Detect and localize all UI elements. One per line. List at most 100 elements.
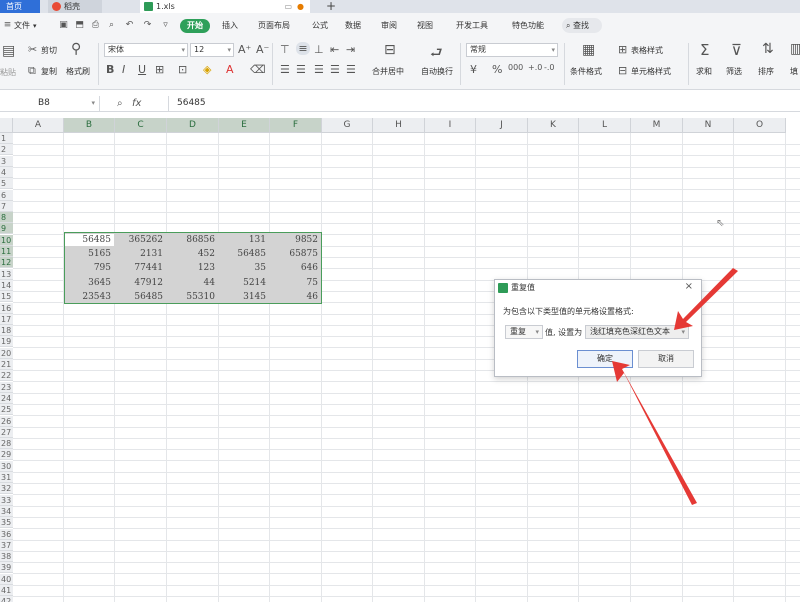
- new-tab-button[interactable]: +: [326, 0, 336, 13]
- distributed-icon[interactable]: ☰: [346, 63, 356, 76]
- column-header-f[interactable]: F: [270, 118, 322, 133]
- border-icon[interactable]: ⊞: [155, 63, 164, 76]
- table-cell[interactable]: 795: [65, 262, 114, 274]
- table-cell[interactable]: 44: [168, 277, 218, 289]
- row-header-14[interactable]: 14: [0, 280, 13, 291]
- cancel-button[interactable]: 取消: [638, 350, 694, 368]
- row-header-29[interactable]: 29: [0, 449, 13, 460]
- align-bottom-icon[interactable]: ⊥: [314, 43, 324, 56]
- conditional-format-button[interactable]: 条件格式: [570, 66, 602, 77]
- currency-icon[interactable]: ¥: [470, 63, 477, 76]
- table-cell[interactable]: 35: [220, 262, 269, 274]
- column-header-n[interactable]: N: [683, 118, 734, 133]
- table-cell[interactable]: 86856: [168, 234, 218, 246]
- paste-icon[interactable]: ▤: [2, 43, 15, 59]
- row-header-20[interactable]: 20: [0, 348, 13, 359]
- row-header-15[interactable]: 15: [0, 291, 13, 302]
- format-painter-button[interactable]: 格式刷: [66, 66, 90, 77]
- row-header-30[interactable]: 30: [0, 461, 13, 472]
- chevron-down-icon[interactable]: ▾: [33, 19, 37, 33]
- print-icon[interactable]: ⎙: [90, 20, 101, 31]
- column-header-c[interactable]: C: [115, 118, 167, 133]
- italic-icon[interactable]: I: [122, 63, 125, 76]
- row-header-3[interactable]: 3: [0, 156, 13, 167]
- table-cell[interactable]: 5214: [220, 277, 269, 289]
- font-shrink-icon[interactable]: A⁻: [256, 43, 269, 56]
- conditional-format-icon[interactable]: ▦: [582, 42, 595, 58]
- align-left-icon[interactable]: ☰: [280, 63, 290, 76]
- row-header-41[interactable]: 41: [0, 585, 13, 596]
- format-painter-icon[interactable]: ⚲: [71, 41, 81, 57]
- redo-icon[interactable]: ↷: [142, 20, 153, 31]
- sum-button[interactable]: 求和: [696, 66, 712, 77]
- copy-icon[interactable]: ⧉: [28, 64, 36, 78]
- column-header-b[interactable]: B: [64, 118, 115, 133]
- align-center-icon[interactable]: ☰: [296, 63, 306, 76]
- row-header-4[interactable]: 4: [0, 167, 13, 178]
- menu-page-layout[interactable]: 页面布局: [258, 19, 290, 33]
- row-header-36[interactable]: 36: [0, 529, 13, 540]
- decimal-decrease-icon[interactable]: -.0: [544, 63, 555, 72]
- table-cell[interactable]: 56485: [116, 291, 166, 303]
- row-header-25[interactable]: 25: [0, 404, 13, 415]
- wrap-text-icon[interactable]: ⮐: [430, 42, 443, 66]
- menu-insert[interactable]: 插入: [222, 19, 238, 33]
- filter-button[interactable]: 筛选: [726, 66, 742, 77]
- menu-review[interactable]: 审阅: [381, 19, 397, 33]
- indent-increase-icon[interactable]: ⇥: [346, 43, 355, 56]
- merge-center-button[interactable]: 合并居中: [372, 66, 404, 77]
- table-cell[interactable]: 2131: [116, 248, 166, 260]
- percent-icon[interactable]: %: [492, 63, 502, 76]
- name-box[interactable]: B8: [0, 96, 100, 111]
- clear-format-icon[interactable]: ⌫: [250, 63, 266, 76]
- menu-special[interactable]: 特色功能: [512, 19, 544, 33]
- fill-color-icon[interactable]: ◈: [203, 63, 211, 76]
- column-header-l[interactable]: L: [579, 118, 631, 133]
- fill-icon[interactable]: ▥: [790, 41, 800, 57]
- underline-icon[interactable]: U: [138, 63, 146, 76]
- table-cell[interactable]: 646: [271, 262, 321, 274]
- table-cell[interactable]: 3645: [65, 277, 114, 289]
- row-header-34[interactable]: 34: [0, 506, 13, 517]
- table-cell[interactable]: 452: [168, 248, 218, 260]
- cut-button[interactable]: 剪切: [41, 45, 57, 56]
- table-cell[interactable]: 9852: [271, 234, 321, 246]
- sum-icon[interactable]: Σ: [700, 41, 709, 59]
- column-header-h[interactable]: H: [373, 118, 425, 133]
- column-header-m[interactable]: M: [631, 118, 683, 133]
- table-cell[interactable]: 3145: [220, 291, 269, 303]
- column-header-j[interactable]: J: [476, 118, 528, 133]
- print-preview-icon[interactable]: ⌕: [106, 20, 117, 31]
- row-header-6[interactable]: 6: [0, 190, 13, 201]
- row-header-2[interactable]: 2: [0, 144, 13, 155]
- paste-label[interactable]: 粘贴: [0, 67, 16, 78]
- table-cell[interactable]: 77441: [116, 262, 166, 274]
- merge-style-icon[interactable]: ⊡: [178, 63, 187, 76]
- column-header-g[interactable]: G: [322, 118, 373, 133]
- table-cell[interactable]: 56485: [65, 234, 114, 246]
- zoom-icon[interactable]: ⌕: [117, 96, 123, 111]
- search-box[interactable]: ⌕ 查找: [562, 18, 602, 33]
- row-header-38[interactable]: 38: [0, 551, 13, 562]
- row-header-28[interactable]: 28: [0, 438, 13, 449]
- menu-data[interactable]: 数据: [345, 19, 361, 33]
- row-header-10[interactable]: 10: [0, 235, 13, 246]
- cell-style-icon[interactable]: ⊟: [618, 64, 627, 77]
- table-cell[interactable]: 65875: [271, 248, 321, 260]
- table-style-button[interactable]: 表格样式: [631, 45, 663, 56]
- row-header-8[interactable]: 8: [0, 212, 13, 223]
- row-header-32[interactable]: 32: [0, 483, 13, 494]
- column-header-e[interactable]: E: [219, 118, 270, 133]
- tab-file[interactable]: 1.xls ▭ ●: [140, 0, 310, 13]
- cell-style-button[interactable]: 单元格样式: [631, 66, 671, 77]
- close-icon[interactable]: ×: [685, 281, 693, 292]
- row-header-26[interactable]: 26: [0, 416, 13, 427]
- row-header-33[interactable]: 33: [0, 495, 13, 506]
- column-header-o[interactable]: O: [734, 118, 786, 133]
- unsaved-dot-icon[interactable]: ●: [297, 0, 304, 13]
- rule-type-select[interactable]: 重复: [505, 325, 543, 339]
- row-header-19[interactable]: 19: [0, 336, 13, 347]
- wrap-text-button[interactable]: 自动换行: [421, 66, 453, 77]
- row-header-39[interactable]: 39: [0, 562, 13, 573]
- align-middle-icon[interactable]: ≡: [296, 42, 310, 55]
